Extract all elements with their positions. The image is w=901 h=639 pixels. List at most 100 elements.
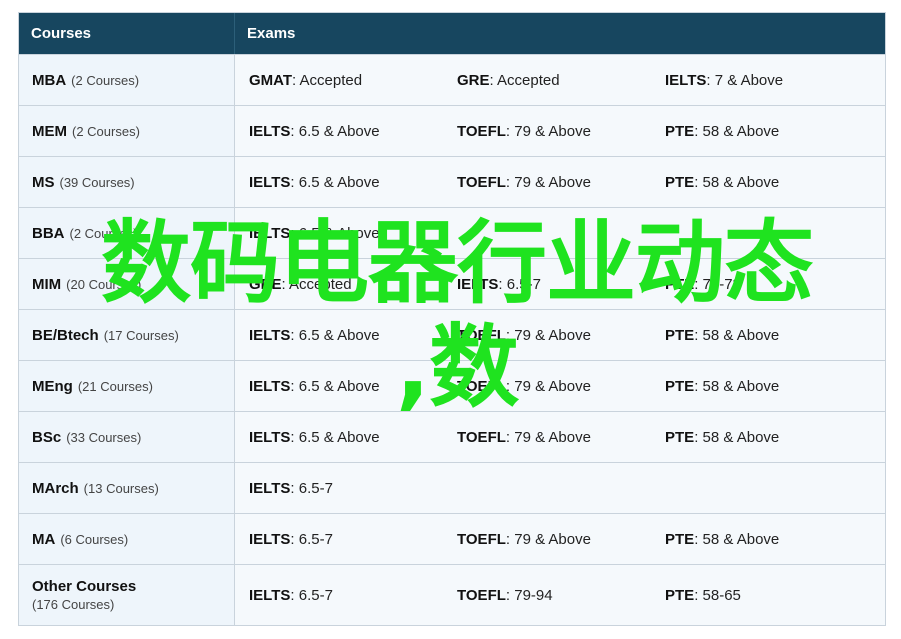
exam-name: PTE xyxy=(665,377,695,395)
exam-requirement: TOEFL: 79 & Above xyxy=(443,531,651,548)
exam-requirement: PTE: 58 & Above xyxy=(651,174,859,191)
course-count: (6 Courses) xyxy=(60,531,129,547)
exam-name: IELTS xyxy=(249,173,291,191)
exam-requirement: IELTS: 6.5-7 xyxy=(443,276,651,293)
exams-cell: IELTS: 6.5 & Above TOEFL: 79 & Above PTE : … xyxy=(235,412,885,462)
course-count: (21 Courses) xyxy=(77,378,153,394)
exams-cell: IELTS: 6.5 & Above TOEFL: 79 & Above PTE: … xyxy=(235,106,885,156)
exams-cell: GMAT: Accepted GRE: Accepted IELTS: 7 & Ab… xyxy=(235,55,885,105)
exam-score: : 70-73 xyxy=(694,275,741,293)
table-header: Courses Exams xyxy=(19,13,885,54)
exam-requirement: IELTS: 6.5-7 xyxy=(235,480,443,497)
course-name[interactable]: BSc xyxy=(32,429,61,446)
exam-name: IELTS xyxy=(249,479,291,497)
exam-score: : 6.5-7 xyxy=(290,586,333,604)
exam-name: IELTS xyxy=(249,224,291,242)
exam-score: : 58 & Above xyxy=(694,326,780,344)
course-cell: BBA (2 Courses) xyxy=(19,208,235,258)
exam-requirement: PTE: 58-65 xyxy=(651,587,859,604)
course-count: (39 Courses) xyxy=(59,174,135,190)
table-row: BBA (2 Courses) IELTS: 6.5 & Above xyxy=(19,207,885,258)
exam-name: TOEFL xyxy=(457,428,506,446)
exam-requirement: IELTS: 6.5 & Above xyxy=(235,429,443,446)
exam-requirement: TOEFL: 79 & Above xyxy=(443,174,651,191)
exam-requirement: IELTS: 6.5 & Above xyxy=(235,327,443,344)
exam-score: : 6.5 & Above xyxy=(290,173,380,191)
course-cell: MEng (21 Courses) xyxy=(19,361,235,411)
exam-requirement: PTE: 58 & Above xyxy=(651,327,859,344)
table-row: Other Courses (176 Courses) IELTS: 6.5-7 TO… xyxy=(19,564,885,625)
exam-name: IELTS xyxy=(249,326,291,344)
table-row: MA (6 Courses) IELTS: 6.5-7 TOEFL: 79 & Abo… xyxy=(19,513,885,564)
course-count: (2 Courses) xyxy=(69,225,138,241)
exams-cell: IELTS: 6.5 & Above TOEFL: 79 & Above PTE: … xyxy=(235,157,885,207)
exam-requirement: TOEFL: 79 & Above xyxy=(443,429,651,446)
exams-cell: IELTS: 6.5-7 TOEFL: 79-94 PTE: 58-65 xyxy=(235,565,885,625)
course-name[interactable]: MIM xyxy=(32,276,61,293)
exam-name: TOEFL xyxy=(457,326,506,344)
exam-requirement: TOEFL: 79 & Above xyxy=(443,123,651,140)
course-name[interactable]: MBA xyxy=(32,72,66,89)
exam-requirement: GRE: Accepted xyxy=(235,276,443,293)
exam-score: : 79 & Above xyxy=(505,428,591,446)
course-name[interactable]: BBA xyxy=(32,225,65,242)
exam-score: : 6.5 & Above xyxy=(290,224,380,242)
exam-requirement: PTE: 58 & Above xyxy=(651,123,859,140)
exam-score: : 6.5 & Above xyxy=(290,326,380,344)
exam-requirement: IELTS: 6.5-7 xyxy=(235,587,443,604)
table-row: BSc (33 Courses) IELTS: 6.5 & Above TOEFL: … xyxy=(19,411,885,462)
exam-name: PTE xyxy=(665,586,695,604)
exams-cell: IELTS: 6.5-7 TOEFL: 79 & Above PTE: 58 & A… xyxy=(235,514,885,564)
table-body: MBA (2 Courses) GMAT: Accepted GRE: Accepte… xyxy=(19,54,885,625)
course-cell: MA (6 Courses) xyxy=(19,514,235,564)
exam-requirement: PTE: 70-73 xyxy=(651,276,859,293)
exam-name: PTE xyxy=(665,173,695,191)
exam-requirement: IELTS: 6.5-7 xyxy=(235,531,443,548)
course-name[interactable]: MEM xyxy=(32,123,67,140)
exams-cell: IELTS: 6.5 & Above TOEFL: 79 & Above PTE: … xyxy=(235,361,885,411)
course-name[interactable]: MS xyxy=(32,174,55,191)
exam-score: : 79 & Above xyxy=(505,173,591,191)
exam-requirement: GRE: Accepted xyxy=(443,72,651,89)
exam-score: : Accepted xyxy=(292,71,363,89)
table-row: MBA (2 Courses) GMAT: Accepted GRE: Accepte… xyxy=(19,54,885,105)
exam-score: : 79 & Above xyxy=(505,377,591,395)
exam-requirement: IELTS: 6.5 & Above xyxy=(235,378,443,395)
exam-requirement: PTE: 58 & Above xyxy=(651,531,859,548)
exam-name: IELTS xyxy=(249,530,291,548)
exams-cell: IELTS: 6.5-7 xyxy=(235,463,885,513)
exam-name: PTE xyxy=(665,275,695,293)
exam-score: : 6.5 & Above xyxy=(290,122,380,140)
exam-score: : 6.5 & Above xyxy=(290,377,380,395)
course-cell: BSc (33 Courses) xyxy=(19,412,235,462)
table-row: MArch (13 Courses) IELTS: 6.5-7 xyxy=(19,462,885,513)
courses-exams-table: Courses Exams MBA (2 Courses) GMAT: Accept… xyxy=(18,12,886,626)
exam-name: IELTS xyxy=(249,428,291,446)
exam-name: TOEFL xyxy=(457,122,506,140)
exam-name: PTE xyxy=(665,428,695,446)
course-name[interactable]: Other Courses xyxy=(32,578,136,595)
exam-name: TOEFL xyxy=(457,586,506,604)
exams-cell: IELTS: 6.5 & Above xyxy=(235,208,885,258)
course-name[interactable]: BE/Btech xyxy=(32,327,99,344)
exam-name: GMAT xyxy=(249,71,293,89)
course-name[interactable]: MEng xyxy=(32,378,73,395)
exam-score: : 79 & Above xyxy=(505,326,591,344)
course-cell: MBA (2 Courses) xyxy=(19,55,235,105)
course-name[interactable]: MA xyxy=(32,531,55,548)
course-count: (20 Courses) xyxy=(66,276,142,292)
exam-requirement: PTE: 58 & Above xyxy=(651,378,859,395)
course-count: (2 Courses) xyxy=(72,123,140,139)
exam-name: IELTS xyxy=(665,71,707,89)
course-cell: MEM (2 Courses) xyxy=(19,106,235,156)
exam-score: : 58-65 xyxy=(694,586,741,604)
exam-requirement: IELTS: 6.5 & Above xyxy=(235,123,443,140)
exam-name: TOEFL xyxy=(457,530,506,548)
course-name[interactable]: MArch xyxy=(32,480,79,497)
exam-score: : Accepted xyxy=(489,71,560,89)
table-row: MS (39 Courses) IELTS: 6.5 & Above TOEFL: 7… xyxy=(19,156,885,207)
course-count: (176 Courses) xyxy=(32,597,115,612)
exam-score: : 79 & Above xyxy=(505,530,591,548)
exam-name: GRE xyxy=(457,71,490,89)
course-count: (17 Courses) xyxy=(103,327,179,343)
